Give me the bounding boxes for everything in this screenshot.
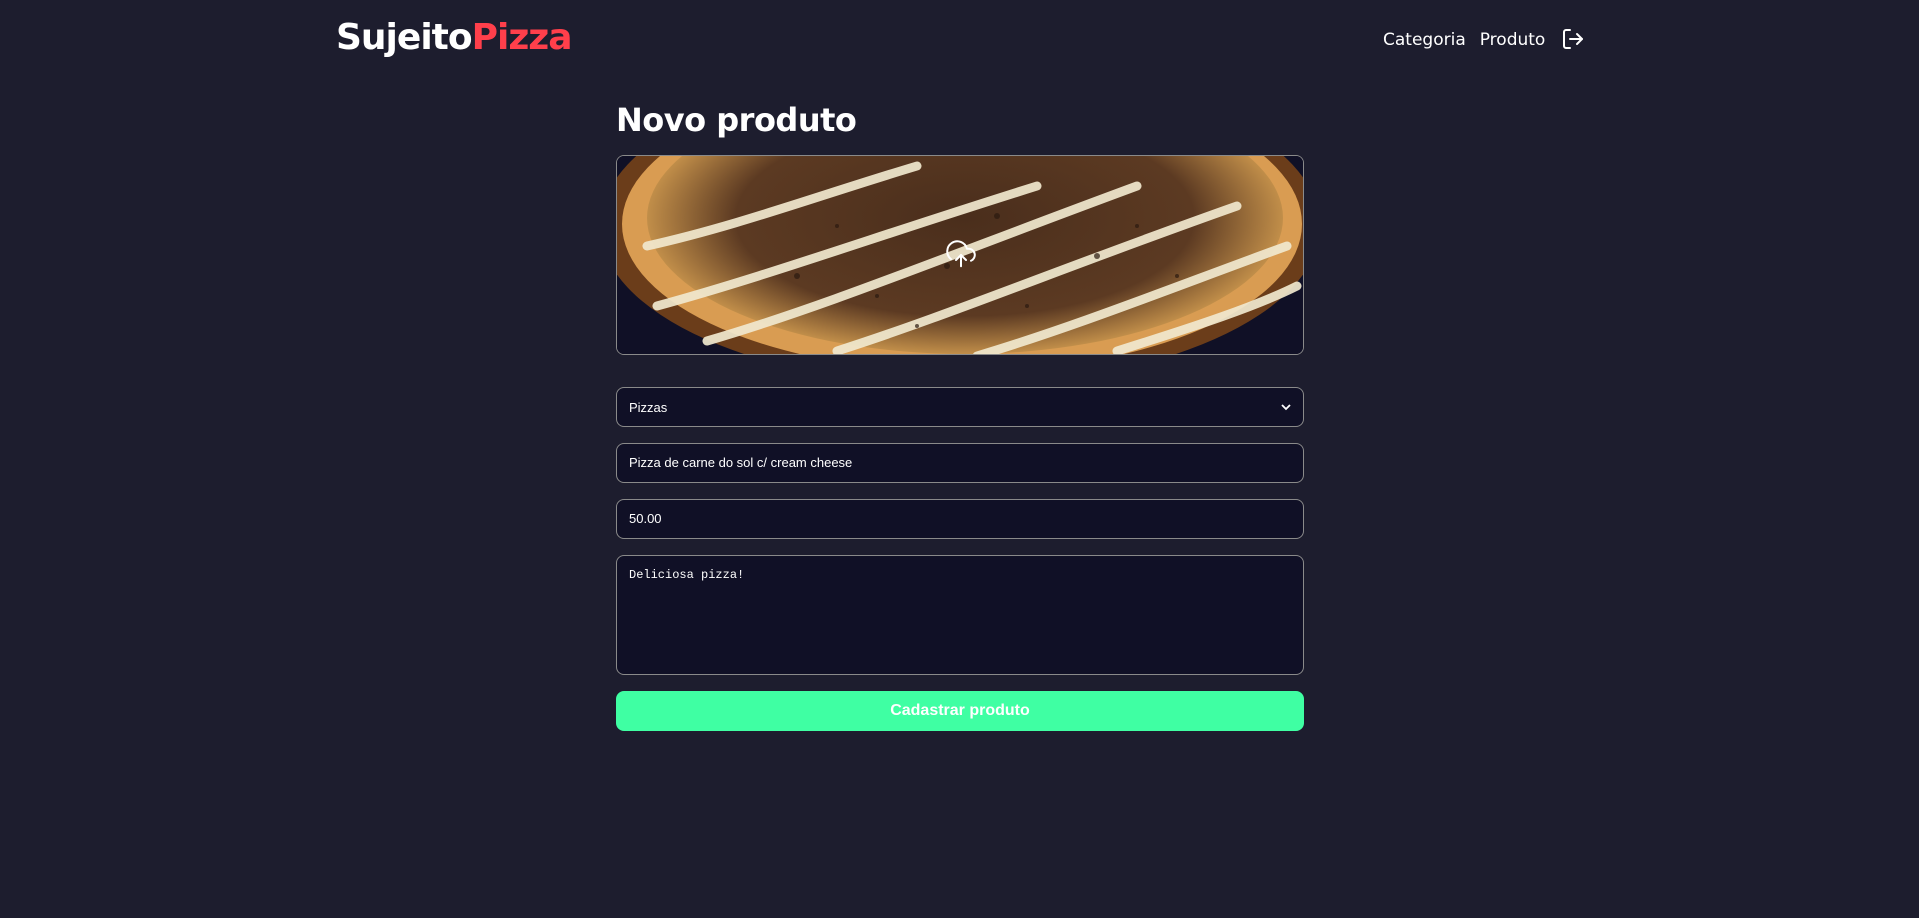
chevron-down-icon	[1281, 404, 1291, 411]
nav-link-categoria[interactable]: Categoria	[1383, 28, 1466, 52]
submit-product-button[interactable]: Cadastrar produto	[616, 691, 1304, 731]
logout-button[interactable]	[1561, 27, 1585, 51]
nav-link-produto[interactable]: Produto	[1480, 28, 1546, 52]
image-upload-area[interactable]	[616, 155, 1304, 355]
page-title: Novo produto	[616, 101, 857, 139]
category-select[interactable]: Pizzas	[616, 387, 1304, 427]
logo-text-pizza: Pizza	[471, 17, 573, 58]
product-name-input[interactable]: Pizza de carne do sol c/ cream cheese	[616, 443, 1304, 483]
header: SujeitoPizza Categoria Produto	[0, 0, 1919, 80]
product-description-textarea[interactable]: Deliciosa pizza!	[616, 555, 1304, 675]
category-selected-value: Pizzas	[629, 399, 668, 415]
main-nav: Categoria Produto	[1383, 28, 1545, 52]
upload-cloud-icon	[946, 240, 976, 268]
logout-icon	[1563, 29, 1583, 49]
logo-text-sujeito: Sujeito	[336, 17, 473, 58]
product-price-input[interactable]: 50.00	[616, 499, 1304, 539]
logo[interactable]: SujeitoPizza	[336, 14, 573, 62]
main-content: Novo produto Pizzas Pizza de carne do so…	[616, 96, 1304, 731]
